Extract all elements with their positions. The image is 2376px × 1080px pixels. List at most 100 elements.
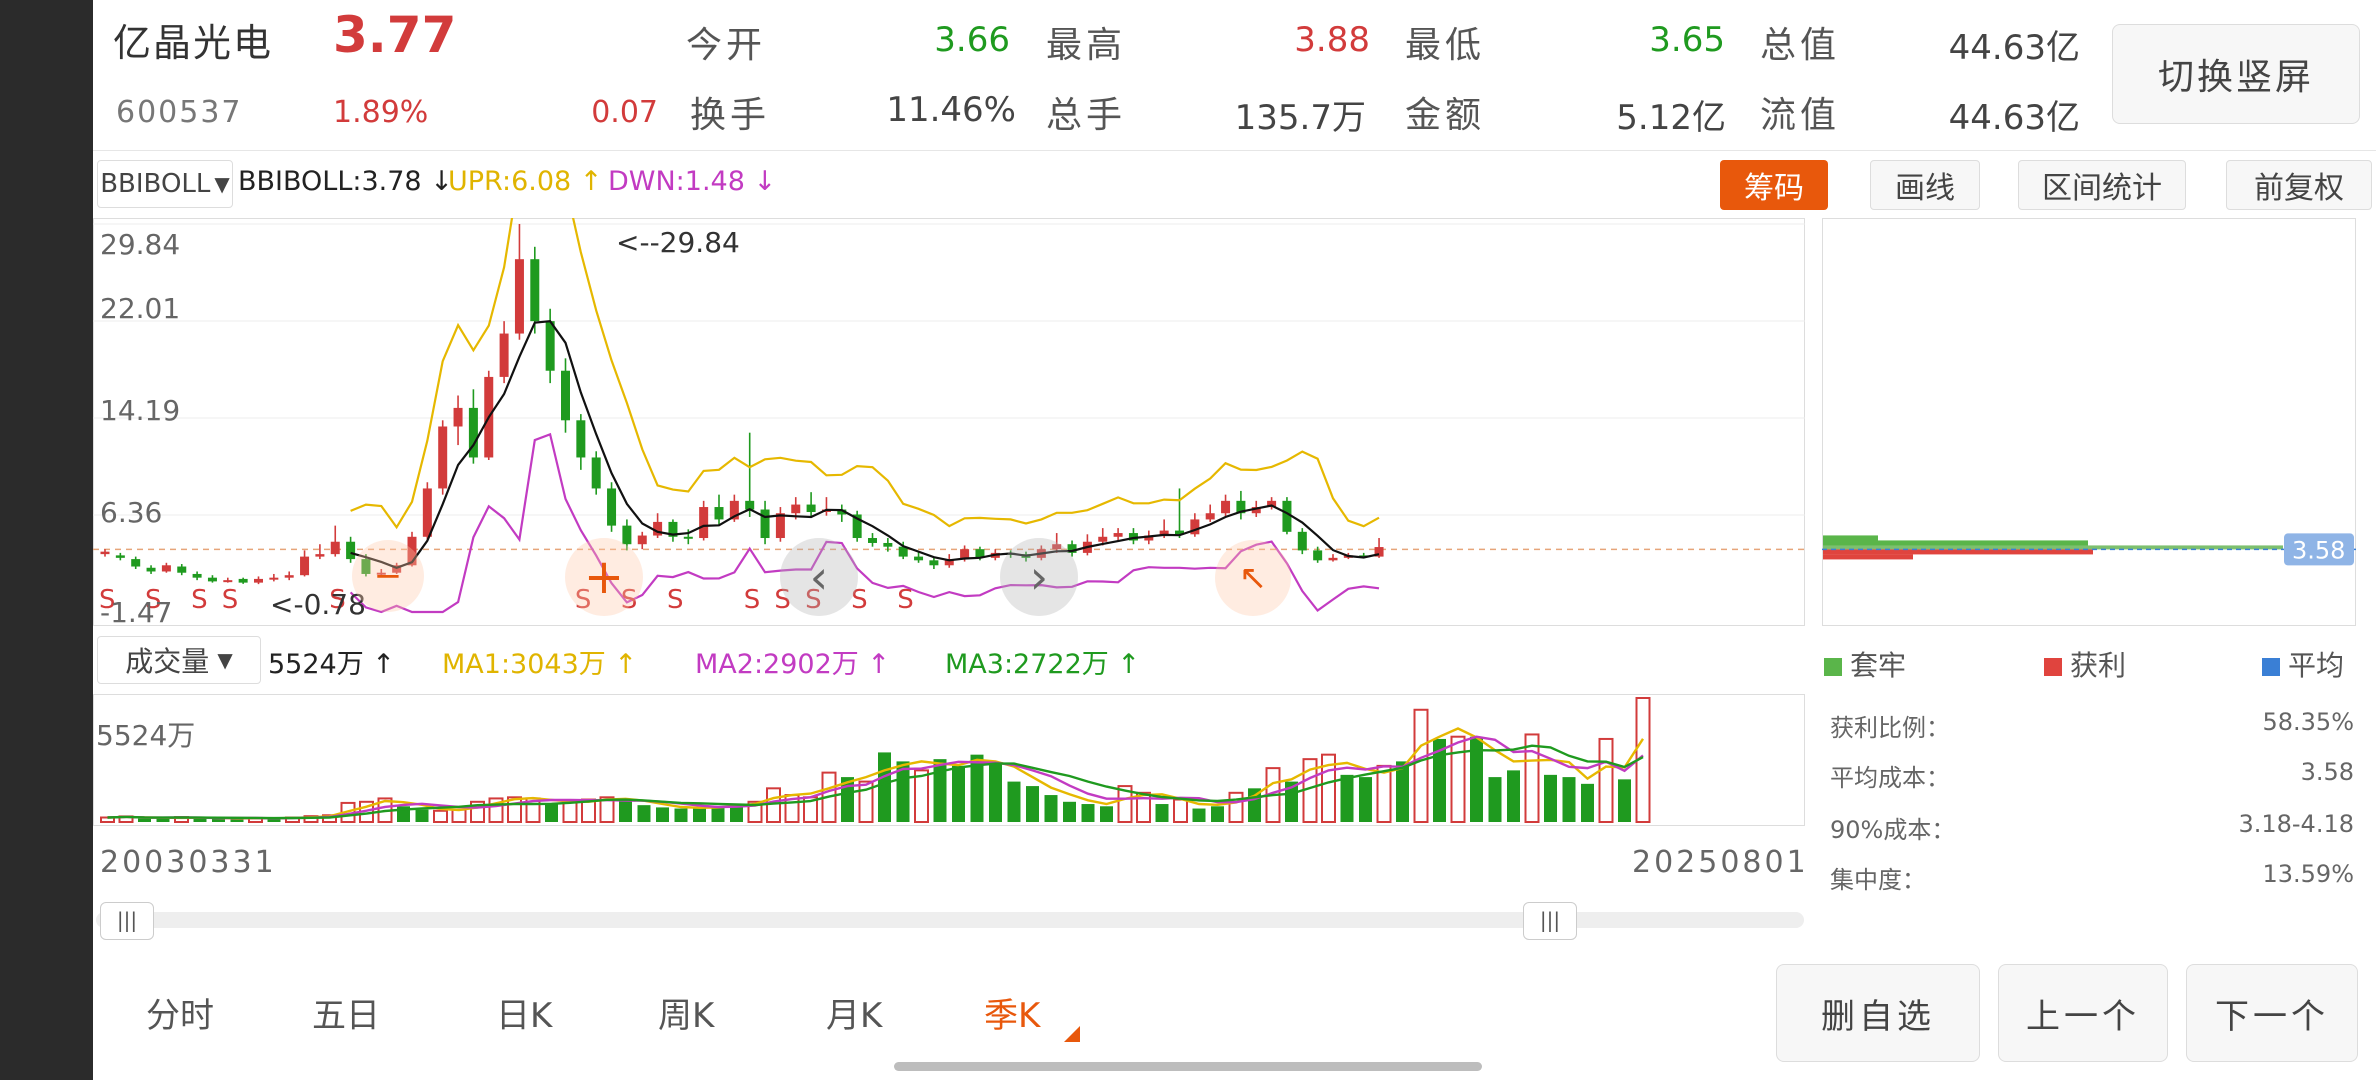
candle-body [238,578,248,583]
volume-bar [1598,737,1614,823]
next-stock-button[interactable]: 下一个 [2186,964,2358,1062]
chevron-down-icon: ▼ [217,648,233,672]
candle-body [1328,557,1338,561]
min-price-label: <-0.78 [270,588,366,621]
volume-label: 总手 [1046,95,1127,136]
candle-body [115,555,125,558]
volume-bar [637,805,651,822]
max-price-label: <--29.84 [616,226,740,259]
range-slider-right-handle[interactable]: ||| [1523,902,1577,940]
volume-bar [1155,804,1169,822]
volume-bar [1007,781,1021,822]
volume-bar [1081,804,1095,822]
volume-bar [1228,791,1244,823]
upr-value: UPR:6.08 ↑ [448,166,603,197]
add-icon[interactable]: + [565,538,643,616]
candle-body [422,488,432,537]
chip-frame [1822,218,2356,626]
volume-ma1-line [107,727,1645,820]
sell-signal: S [744,585,761,615]
chips-button[interactable]: 筹码 [1720,160,1828,210]
dwn-value: DWN:1.48 ↓ [608,166,777,197]
date-start: 20030331 [100,845,277,880]
range-slider-left-handle[interactable]: ||| [100,902,154,940]
candle-body [929,560,939,566]
volume-axis-label: 5524万 [96,719,196,752]
candle-body [131,559,141,567]
candle-body [791,504,801,514]
tab-weekly-k[interactable]: 周K [658,988,714,1037]
draw-line-button[interactable]: 画线 [1870,160,1980,210]
volume-bar [1044,795,1058,822]
chips-legend-profit: 获利 [2044,644,2126,684]
tab-intraday[interactable]: 分时 [146,988,214,1037]
left-bezel [0,0,93,1080]
volume-bar [1488,777,1502,822]
previous-stock-button[interactable]: 上一个 [1998,964,2168,1062]
candle-body [223,580,233,583]
volume-indicator-select[interactable]: 成交量 ▼ [97,636,261,684]
forward-adjust-button[interactable]: 前复权 [2226,160,2372,210]
tab-quarterly-k[interactable]: 季K [984,988,1040,1037]
candle-body [883,542,893,547]
volume-bar [878,752,891,822]
left-marker-icon[interactable]: − [352,540,424,612]
volume-bar [1376,764,1392,824]
tab-five-day[interactable]: 五日 [312,988,380,1037]
candle-body [254,578,263,583]
candle-body [683,536,693,539]
candle-body [653,521,663,536]
volume-chart[interactable] [93,694,1805,826]
indicator-select-label: BBIBOLL [100,169,211,199]
candle-body [161,565,171,572]
kline-chart[interactable]: SSSSSSSSSSSSS [93,218,1805,626]
volume-bar [1562,777,1576,822]
volume-bar [1450,735,1466,823]
chips-legend-trapped: 套牢 [1824,644,1906,684]
stock-code: 600537 [116,95,243,130]
tab-daily-k[interactable]: 日K [496,988,552,1037]
volume-bar [138,818,151,822]
collapse-arrow-icon[interactable]: ↖ [1215,540,1291,616]
next-arrow-icon[interactable]: › [1000,538,1078,616]
volume-value: 135.7万 [1234,98,1366,138]
remove-watchlist-button[interactable]: 删自选 [1776,964,1980,1062]
switch-portrait-button[interactable]: 切换竖屏 [2112,24,2360,124]
volume-bar [619,799,632,822]
volume-bar [1396,761,1409,822]
chips-legend-average: 平均 [2262,644,2344,684]
tab-dropdown-icon[interactable] [1064,1026,1080,1042]
ma1-value: MA1:3043万 ↑ [442,649,637,680]
volume-bar [989,763,1002,822]
change-pct: 1.89% [333,95,429,130]
legend-swatch-icon [2044,658,2062,676]
chip-stat-value: 3.18-4.18 [2238,810,2354,838]
volume-bar [1618,779,1631,822]
volume-bar [1340,774,1354,822]
open-label: 今开 [686,25,767,66]
volume-bar [693,807,706,822]
candle-body [699,507,709,539]
tab-monthly-k[interactable]: 月K [826,988,882,1037]
chip-bar-profit [1823,554,1913,560]
candle-body [284,575,294,578]
candle-body [591,457,601,489]
prev-arrow-icon[interactable]: ‹ [780,538,858,616]
sell-signal: S [897,585,914,615]
candle-body [300,556,310,576]
volume-bar [914,769,929,823]
volume-bar [415,809,429,822]
volume-bar [1173,798,1188,823]
sell-signal: S [222,585,239,615]
sell-signal: S [191,585,208,615]
volume-bar [1359,777,1372,822]
ma2-value: MA2:2902万 ↑ [695,649,890,680]
chip-stat-label: 90%成本： [1830,816,1956,844]
volume-bar [433,809,448,824]
indicator-select[interactable]: BBIBOLL ▼ [97,160,233,208]
chip-stat-value: 13.59% [2262,860,2354,888]
chip-distribution-chart[interactable]: 3.58 [1822,218,2356,626]
interval-stats-button[interactable]: 区间统计 [2018,160,2186,210]
candle-body [1313,550,1323,561]
header-divider [93,150,2376,151]
